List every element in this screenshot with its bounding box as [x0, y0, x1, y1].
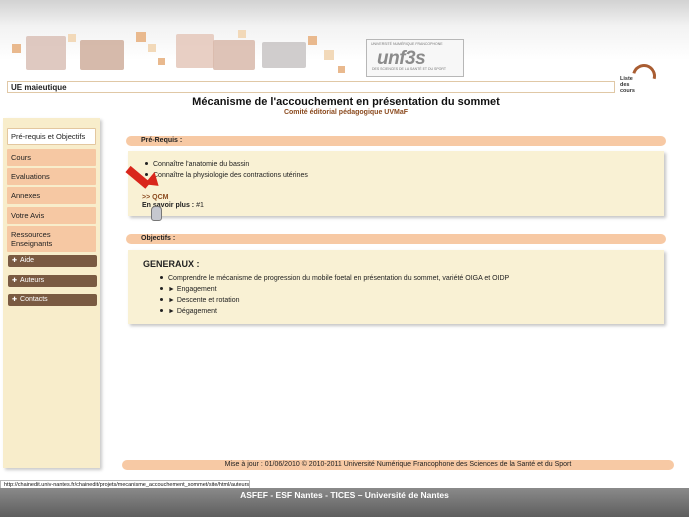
banner-photo [213, 40, 255, 70]
banner-square [148, 44, 156, 52]
ue-title-bar: UE maieutique [7, 81, 615, 93]
en-savoir-plus-label: En savoir plus : [142, 202, 195, 209]
banner-square [12, 44, 21, 53]
sidebar-item-label: Auteurs [20, 277, 45, 284]
banner-photo [176, 34, 214, 68]
en-savoir-plus-link[interactable]: #1 [196, 202, 204, 209]
logo-sub-text: DES SCIENCES DE LA SANTÉ ET DU SPORT [372, 67, 446, 71]
sidebar-item-annexes[interactable]: Annexes [7, 187, 96, 204]
sidebar-item-evaluations[interactable]: Evaluations [7, 168, 96, 185]
banner-square [338, 66, 345, 73]
generaux-heading: GENERAUX : [143, 259, 200, 269]
list-item-text: ► Descente et rotation [168, 297, 240, 304]
bullet-icon [145, 162, 148, 166]
sidebar-item-auteurs[interactable]: ✚ Auteurs [8, 275, 97, 287]
sidebar-item-aide[interactable]: ✚ Aide [8, 255, 97, 267]
liste-des-cours-link[interactable]: Liste des cours [620, 76, 642, 94]
list-item: Connaître la physiologie des contraction… [145, 170, 308, 181]
objectifs-list: Comprendre le mécanisme de progression d… [160, 273, 509, 317]
plus-icon: ✚ [12, 278, 18, 284]
list-item-text: Connaître la physiologie des contraction… [153, 172, 308, 179]
footer: Mise à jour : 01/06/2010 © 2010-2011 Uni… [122, 460, 674, 470]
banner-square [308, 36, 317, 45]
sidebar-item-ressources[interactable]: Ressources Enseignants [7, 226, 96, 252]
page-subtitle: Comité éditorial pédagogique UVMaF [283, 109, 409, 116]
screen: UNIVERSITÉ NUMÉRIQUE FRANCOPHONE unf3s D… [0, 0, 689, 517]
sidebar-item-label: Contacts [20, 296, 48, 303]
list-item-text: ► Dégagement [168, 308, 217, 315]
objectifs-heading: Objectifs : [126, 234, 666, 244]
list-item: ► Dégagement [160, 306, 509, 317]
prerequis-box: Connaître l'anatomie du bassin Connaître… [128, 151, 664, 216]
objectifs-box: Comprendre le mécanisme de progression d… [128, 250, 664, 324]
bullet-icon [160, 276, 163, 280]
sidebar-item-prerequis[interactable]: Pré-requis et Objectifs [7, 128, 96, 145]
hand-cursor-icon [151, 206, 162, 221]
list-item-text: ► Engagement [168, 286, 217, 293]
plus-icon: ✚ [12, 258, 18, 264]
bullet-icon [160, 309, 163, 313]
list-item: ► Engagement [160, 284, 509, 295]
banner-square [68, 34, 76, 42]
bullet-icon [160, 287, 163, 291]
banner-photo [262, 42, 306, 68]
unf3s-logo: UNIVERSITÉ NUMÉRIQUE FRANCOPHONE unf3s D… [366, 39, 464, 77]
sidebar-item-label: Aide [20, 257, 35, 264]
bottom-banner: ASFEF - ESF Nantes - TICES – Université … [0, 488, 689, 517]
banner-square [136, 32, 146, 42]
prerequis-list: Connaître l'anatomie du bassin Connaître… [145, 159, 308, 181]
list-item-text: Connaître l'anatomie du bassin [153, 161, 250, 168]
list-item-text: Comprendre le mécanisme de progression d… [168, 275, 510, 282]
list-item: Connaître l'anatomie du bassin [145, 159, 308, 170]
list-item: Comprendre le mécanisme de progression d… [160, 273, 509, 284]
bullet-icon [145, 173, 148, 177]
logo-top-text: UNIVERSITÉ NUMÉRIQUE FRANCOPHONE [371, 42, 443, 46]
list-item: ► Descente et rotation [160, 295, 509, 306]
qcm-link[interactable]: >> QCM [142, 194, 168, 201]
banner-photo [26, 36, 66, 70]
banner-square [158, 58, 165, 65]
sidebar-item-cours[interactable]: Cours [7, 149, 96, 166]
banner-square [238, 30, 246, 38]
sidebar: Pré-requis et Objectifs Cours Evaluation… [3, 118, 100, 468]
sidebar-item-votre-avis[interactable]: Votre Avis [7, 207, 96, 224]
plus-icon: ✚ [12, 297, 18, 303]
bullet-icon [160, 298, 163, 302]
banner-photo [80, 40, 124, 70]
header-banner [8, 30, 353, 78]
page-title: Mécanisme de l'accouchement en présentat… [192, 96, 500, 108]
prerequis-heading: Pré-Requis : [126, 136, 666, 146]
banner-square [324, 50, 334, 60]
sidebar-item-contacts[interactable]: ✚ Contacts [8, 294, 97, 306]
liste-line: cours [620, 88, 635, 94]
